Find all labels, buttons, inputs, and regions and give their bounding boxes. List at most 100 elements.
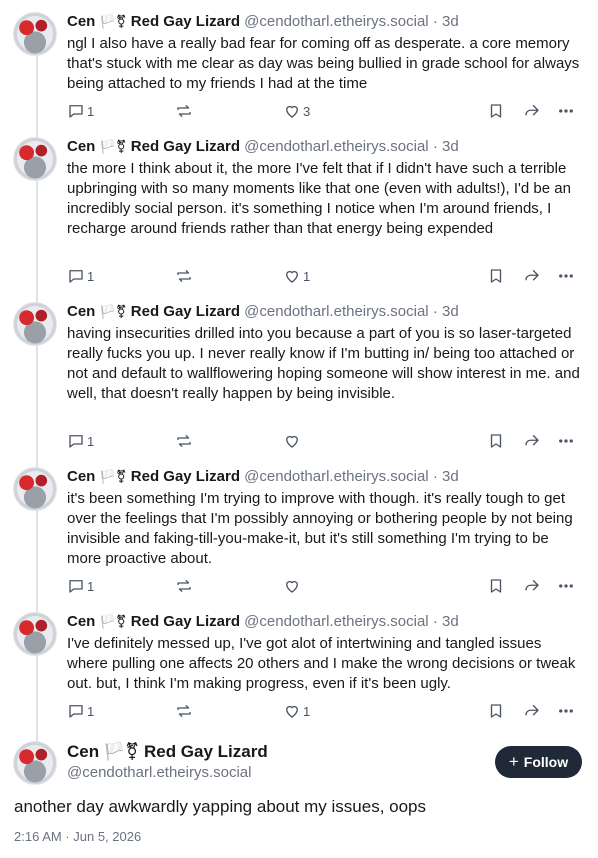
flags: 🏳️⚧ xyxy=(99,614,127,629)
bookmark-button[interactable] xyxy=(487,576,505,596)
repost-button[interactable] xyxy=(175,431,193,451)
post-text: ngl I also have a really bad fear for co… xyxy=(67,35,580,92)
display-name-suffix[interactable]: Red Gay Lizard xyxy=(131,138,240,155)
bookmark-button[interactable] xyxy=(487,431,505,451)
reply-icon xyxy=(69,105,83,118)
more-icon xyxy=(559,109,573,113)
bookmark-button[interactable] xyxy=(487,701,505,721)
repost-icon xyxy=(177,270,191,282)
reply-icon xyxy=(69,270,83,283)
reply-button[interactable]: 1 xyxy=(67,431,94,451)
follow-label: Follow xyxy=(523,754,569,770)
repost-icon xyxy=(177,580,191,592)
heart-icon xyxy=(286,270,298,283)
more-button[interactable] xyxy=(557,701,575,721)
display-name-suffix[interactable]: Red Gay Lizard xyxy=(131,13,240,30)
like-button[interactable] xyxy=(283,431,303,451)
reply-button[interactable]: 1 xyxy=(67,101,94,121)
handle[interactable]: @cendotharl.etheirys.social xyxy=(244,303,428,320)
display-name-suffix[interactable]: Red Gay Lizard xyxy=(131,613,240,630)
post-text: I've definitely messed up, I've got alot… xyxy=(67,635,576,692)
follow-button[interactable]: + Follow xyxy=(495,746,582,778)
display-name-suffix[interactable]: Red Gay Lizard xyxy=(131,303,240,320)
bookmark-button[interactable] xyxy=(487,101,505,121)
reply-icon xyxy=(69,580,83,593)
reply-count: 1 xyxy=(87,578,95,594)
repost-button[interactable] xyxy=(175,101,193,121)
handle[interactable]: @cendotharl.etheirys.social xyxy=(244,613,428,630)
reply-count: 1 xyxy=(87,703,95,719)
more-button[interactable] xyxy=(557,431,575,451)
avatar[interactable] xyxy=(13,467,57,511)
flags: 🏳️⚧ xyxy=(99,139,127,154)
bookmark-icon xyxy=(490,434,502,448)
more-icon xyxy=(559,584,573,588)
repost-button[interactable] xyxy=(175,701,193,721)
more-icon xyxy=(559,439,573,443)
display-name[interactable]: Cen xyxy=(67,303,95,320)
timestamp[interactable]: 3d xyxy=(442,13,459,30)
display-name[interactable]: Cen xyxy=(67,13,95,30)
like-button[interactable]: 3 xyxy=(283,101,310,121)
post-actions: 1 xyxy=(67,431,587,451)
reply-button[interactable]: 1 xyxy=(67,701,94,721)
handle[interactable]: @cendotharl.etheirys.social xyxy=(244,468,428,485)
repost-button[interactable] xyxy=(175,266,193,286)
reply-button[interactable]: 1 xyxy=(67,266,94,286)
share-button[interactable] xyxy=(523,701,541,721)
share-button[interactable] xyxy=(523,266,541,286)
more-button[interactable] xyxy=(557,266,575,286)
display-name[interactable]: Cen xyxy=(67,138,95,155)
more-button[interactable] xyxy=(557,101,575,121)
heart-icon xyxy=(286,705,298,718)
share-button[interactable] xyxy=(523,101,541,121)
more-button[interactable] xyxy=(557,576,575,596)
like-count: 3 xyxy=(303,103,311,119)
avatar[interactable] xyxy=(13,302,57,346)
repost-icon xyxy=(177,105,191,117)
bookmark-icon xyxy=(490,579,502,593)
more-icon xyxy=(559,274,573,278)
like-button[interactable] xyxy=(283,576,303,596)
share-icon xyxy=(525,270,539,281)
post-text: the more I think about it, the more I've… xyxy=(67,160,571,237)
timestamp[interactable]: 3d xyxy=(442,468,459,485)
avatar[interactable] xyxy=(13,12,57,56)
timestamp[interactable]: 3d xyxy=(442,138,459,155)
display-name-suffix[interactable]: Red Gay Lizard xyxy=(131,468,240,485)
post-header: Cen 🏳️⚧ Red Gay Lizard @cendotharl.ethei… xyxy=(67,613,459,630)
handle[interactable]: @cendotharl.etheirys.social xyxy=(244,138,428,155)
reply-count: 1 xyxy=(87,433,95,449)
main-display-name[interactable]: Cen 🏳️⚧ Red Gay Lizard xyxy=(67,741,268,763)
main-post-text: another day awkwardly yapping about my i… xyxy=(14,797,427,816)
like-button[interactable]: 1 xyxy=(283,701,310,721)
bookmark-icon xyxy=(490,269,502,283)
post-actions: 1 1 xyxy=(67,266,587,286)
main-post-date[interactable]: 2:16 AM · Jun 5, 2026 xyxy=(14,828,141,846)
post-text: it's been something I'm trying to improv… xyxy=(67,490,573,567)
main-avatar[interactable] xyxy=(13,741,57,785)
plus-icon: + xyxy=(508,752,519,771)
avatar[interactable] xyxy=(13,612,57,656)
post-actions: 1 xyxy=(67,576,587,596)
bookmark-button[interactable] xyxy=(487,266,505,286)
reply-icon xyxy=(69,435,83,448)
like-button[interactable]: 1 xyxy=(283,266,310,286)
post-actions: 1 1 xyxy=(67,701,587,721)
share-button[interactable] xyxy=(523,576,541,596)
avatar[interactable] xyxy=(13,137,57,181)
timestamp[interactable]: 3d xyxy=(442,613,459,630)
share-button[interactable] xyxy=(523,431,541,451)
repost-button[interactable] xyxy=(175,576,193,596)
handle[interactable]: @cendotharl.etheirys.social xyxy=(244,13,428,30)
flags: 🏳️⚧ xyxy=(99,469,127,484)
post-header: Cen 🏳️⚧ Red Gay Lizard @cendotharl.ethei… xyxy=(67,303,459,320)
display-name[interactable]: Cen xyxy=(67,468,95,485)
post-actions: 1 3 xyxy=(67,101,587,121)
main-handle[interactable]: @cendotharl.etheirys.social xyxy=(67,763,251,783)
display-name[interactable]: Cen xyxy=(67,613,95,630)
post-header: Cen 🏳️⚧ Red Gay Lizard @cendotharl.ethei… xyxy=(67,468,459,485)
reply-button[interactable]: 1 xyxy=(67,576,94,596)
reply-icon xyxy=(69,705,83,718)
timestamp[interactable]: 3d xyxy=(442,303,459,320)
